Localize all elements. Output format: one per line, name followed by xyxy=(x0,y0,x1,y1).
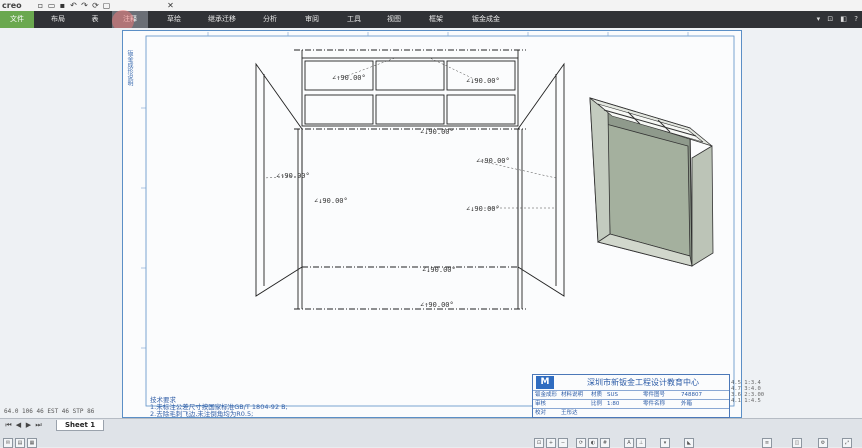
title-block-row: 校对 王彤达 xyxy=(533,408,729,418)
dim-angle-right-1[interactable]: ∠↑90.00° xyxy=(476,157,510,165)
zoom-fit-icon[interactable]: ⊡ xyxy=(534,438,544,448)
select-icon[interactable]: ◣ xyxy=(684,438,694,448)
view-manager-icon[interactable]: ◫ xyxy=(792,438,802,448)
new-icon[interactable]: ▫ xyxy=(36,1,45,10)
zoom-out-icon[interactable]: − xyxy=(558,438,568,448)
settings-icon[interactable]: ⚙ xyxy=(818,438,828,448)
dim-angle-right-2[interactable]: ∠↓90.00° xyxy=(466,205,500,213)
next-sheet-icon[interactable]: ▶ xyxy=(24,421,33,429)
tab-review[interactable]: 审阅 xyxy=(298,11,326,28)
message-icon[interactable]: ✉ xyxy=(3,438,13,448)
tab-table[interactable]: 表 xyxy=(84,11,106,28)
coordinate-readout: 64.0 106 46 EST 46 STP 86 xyxy=(4,408,95,415)
drawing-graphics[interactable] xyxy=(0,28,862,418)
tab-sheetmetal[interactable]: 钣金成金 xyxy=(464,11,508,28)
regenerate-icon[interactable]: ⟳ xyxy=(91,1,100,10)
layout-icon[interactable]: ◧ xyxy=(840,15,847,23)
tab-legacy-migration[interactable]: 继承迁移 xyxy=(200,11,244,28)
last-sheet-icon[interactable]: ⏭ xyxy=(34,421,43,429)
window-icon[interactable]: ▢ xyxy=(102,1,111,10)
filter-icon[interactable]: ▾ xyxy=(660,438,670,448)
company-logo: M xyxy=(536,376,554,389)
display-style-icon[interactable]: ◐ xyxy=(588,438,598,448)
dim-angle-bottom-2[interactable]: ∠↑90.00° xyxy=(420,301,454,309)
open-icon[interactable]: ▭ xyxy=(47,1,56,10)
layer-icon[interactable]: ≡ xyxy=(762,438,772,448)
tab-file[interactable]: 文件 xyxy=(0,11,34,28)
dim-angle-bottom-1[interactable]: ∠↓90.00° xyxy=(422,266,456,274)
prev-sheet-icon[interactable]: ◀ xyxy=(14,421,23,429)
save-icon[interactable]: ▪ xyxy=(58,1,67,10)
tree-icon[interactable]: ▤ xyxy=(15,438,25,448)
redo-icon[interactable]: ↷ xyxy=(80,1,89,10)
status-bar: ⏮ ◀ ▶ ⏭ Sheet 1 ✉ ▤ ▦ ⊡ + − ⟳ ◐ # A ⊥ ▾ … xyxy=(0,418,862,448)
technical-notes[interactable]: 技术要求 1.未标注公差尺寸按国家标准GB/T 1804-92 B; 2.去除毛… xyxy=(150,397,350,418)
leader-lines xyxy=(263,57,557,209)
tab-sketch[interactable]: 草绘 xyxy=(160,11,188,28)
tab-framework[interactable]: 框架 xyxy=(422,11,450,28)
browser-icon[interactable]: ▦ xyxy=(27,438,37,448)
help-icon[interactable]: ? xyxy=(854,15,858,23)
tab-tools[interactable]: 工具 xyxy=(340,11,368,28)
tab-view[interactable]: 视图 xyxy=(380,11,408,28)
first-sheet-icon[interactable]: ⏮ xyxy=(4,421,13,429)
zoom-in-icon[interactable]: + xyxy=(546,438,556,448)
options-icon[interactable]: ⊡ xyxy=(827,15,833,23)
tab-analysis[interactable]: 分析 xyxy=(256,11,284,28)
right-readout: 4.5 1:3.4 4.7 3:4.0 3.6 2:3.00 4.1 1:4.5 xyxy=(731,380,765,404)
grid-icon[interactable]: # xyxy=(600,438,610,448)
creo-logo: creo xyxy=(2,1,22,10)
datum-display-icon[interactable]: ⊥ xyxy=(636,438,646,448)
tab-layout[interactable]: 布局 xyxy=(44,11,72,28)
undo-icon[interactable]: ↶ xyxy=(69,1,78,10)
dim-angle-top-left[interactable]: ∠↑90.00° xyxy=(332,74,366,82)
expand-icon[interactable]: ⤢ xyxy=(842,438,852,448)
dim-angle-top-right[interactable]: ∠↓90.00° xyxy=(466,77,500,85)
dim-angle-mid[interactable]: ∠↓90.00° xyxy=(420,128,454,136)
dim-angle-left-2[interactable]: ∠↓90.00° xyxy=(314,197,348,205)
repaint-icon[interactable]: ⟳ xyxy=(576,438,586,448)
tab-sheet-1[interactable]: Sheet 1 xyxy=(56,420,105,431)
minimize-ribbon-icon[interactable]: ▾ xyxy=(817,15,821,23)
annotation-display-icon[interactable]: A xyxy=(624,438,634,448)
company-name: 深圳市新钣金工程设计教育中心 xyxy=(587,378,699,387)
close-window-icon[interactable]: ✕ xyxy=(166,1,175,10)
dim-angle-left[interactable]: ∠↑90.00° xyxy=(276,172,310,180)
title-block[interactable]: M 深圳市新钣金工程设计教育中心 钣金成形 材料说明 材质 SUS 零件图号 7… xyxy=(532,374,730,418)
ribbon-right-controls: ▾ ⊡ ◧ ? xyxy=(812,11,858,28)
notes-line-2: 2.去除毛刺飞边,未注倒角均为R0.5; xyxy=(150,410,254,418)
isometric-3d-view xyxy=(589,97,714,267)
